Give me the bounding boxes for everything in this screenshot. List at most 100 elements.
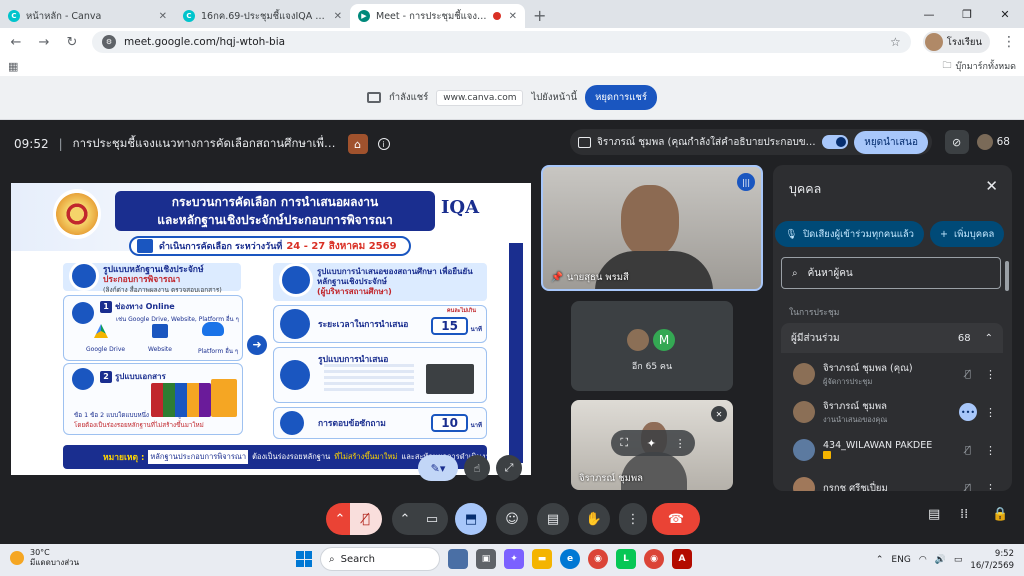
participant-row[interactable]: 434_WILAWAN PAKDEE 🎙̸ ⋮ xyxy=(781,431,1003,469)
edge-icon[interactable]: e xyxy=(560,549,580,569)
camera-button[interactable]: ▭ xyxy=(416,503,448,535)
browser-tab-canva-iqa[interactable]: C 16กค.69-ประชุมชี้แจงIQA - พร... ✕ xyxy=(175,4,350,28)
address-toolbar: ← → ↻ ⚙ meet.google.com/hqj-wtoh-bia ☆ โ… xyxy=(0,28,1024,56)
new-tab-button[interactable]: + xyxy=(525,6,554,28)
cloud-icon xyxy=(202,322,224,336)
self-tile[interactable]: ✕ ⛶ ✦ ⋮ จิราภรณ์ ชุมพล xyxy=(571,400,733,490)
captions-button[interactable]: ▤ xyxy=(537,503,569,535)
taskbar-search[interactable]: ⌕ Search xyxy=(320,547,440,571)
mic-off-button[interactable]: 🎙̸ xyxy=(350,503,382,535)
task-view-icon[interactable]: ▣ xyxy=(476,549,496,569)
tab-title: 16กค.69-ประชุมชี้แจงIQA - พร... xyxy=(201,10,328,22)
tray-chevron-icon[interactable]: ⌃ xyxy=(876,555,884,565)
clock[interactable]: 9:52 16/7/2569 xyxy=(970,548,1014,572)
profile-button[interactable]: โรงเรียน xyxy=(922,31,990,53)
omnibox[interactable]: ⚙ meet.google.com/hqj-wtoh-bia ☆ xyxy=(92,31,911,53)
participant-count-button[interactable]: 68 xyxy=(976,134,1010,150)
more-options-icon[interactable]: ⋮ xyxy=(985,368,996,381)
mic-off-icon[interactable]: 🎙̸ xyxy=(959,441,977,459)
chrome-icon[interactable]: ◉ xyxy=(588,549,608,569)
windows-start-icon[interactable] xyxy=(296,551,312,567)
website-icon xyxy=(152,324,168,338)
url-text: meet.google.com/hqj-wtoh-bia xyxy=(124,36,286,48)
self-tile-overlay: ⛶ ✦ ⋮ xyxy=(611,430,695,456)
copilot-icon[interactable]: ✦ xyxy=(504,549,524,569)
close-tab-icon[interactable]: ✕ xyxy=(509,11,517,22)
add-people-button[interactable]: + เพิ่มบุคคล xyxy=(930,221,1005,247)
more-options-icon[interactable]: ⋮ xyxy=(985,482,996,492)
present-button[interactable]: ⬒ xyxy=(455,503,487,535)
chrome-profile-icon[interactable]: ◉ xyxy=(644,549,664,569)
contributors-group-header[interactable]: ผู้มีส่วนร่วม 68 ⌃ xyxy=(781,323,1003,353)
document-icon xyxy=(72,368,94,390)
raise-hand-button[interactable]: ✋ xyxy=(578,503,610,535)
pointer-icon[interactable]: ☝ xyxy=(464,455,490,481)
wifi-icon[interactable]: ◠ xyxy=(919,555,927,565)
panel-scrollbar[interactable] xyxy=(1005,261,1009,291)
info-icon[interactable]: i xyxy=(377,138,390,150)
more-options-icon[interactable]: ⋮ xyxy=(985,444,996,457)
camera-off-icon[interactable]: ⊘ xyxy=(944,130,969,154)
close-panel-icon[interactable]: ✕ xyxy=(985,177,998,195)
forward-icon[interactable]: → xyxy=(36,35,52,50)
speaker-tile[interactable]: ||| 📌 นายสุธน พรมสี xyxy=(541,165,763,291)
all-bookmarks-button[interactable]: 🗀 บุ๊กมาร์กทั้งหมด xyxy=(943,58,1016,74)
more-options-icon[interactable]: ⋮ xyxy=(985,406,996,419)
add-person-icon: + xyxy=(940,228,948,240)
host-controls-icon[interactable]: 🔒 xyxy=(992,507,1008,522)
line-app-icon[interactable]: L xyxy=(616,549,636,569)
pdf-app-icon[interactable]: A xyxy=(672,549,692,569)
language-indicator[interactable]: ENG xyxy=(891,555,910,565)
close-tab-icon[interactable]: ✕ xyxy=(159,11,167,22)
news-app-icon[interactable] xyxy=(448,549,468,569)
mute-all-button[interactable]: 🎙 ปิดเสียงผู้เข้าร่วมทุกคนแล้ว xyxy=(775,221,924,247)
avatar-letter: M xyxy=(651,327,677,353)
participant-row[interactable]: จิราภรณ์ ชุมพล งานนำเสนอของคุณ ••• ⋮ xyxy=(781,393,1003,431)
browser-menu-icon[interactable]: ⋮ xyxy=(1002,34,1016,50)
stop-presenting-button[interactable]: หยุดนำเสนอ xyxy=(854,130,928,154)
mic-off-icon[interactable]: 🎙̸ xyxy=(959,479,977,492)
apps-grid-icon[interactable]: ▦ xyxy=(8,60,18,73)
more-options-button[interactable]: ⋮ xyxy=(619,503,647,535)
pen-tool-button[interactable]: ✎▾ xyxy=(418,455,458,481)
restore-icon[interactable]: ❐ xyxy=(948,8,986,21)
file-explorer-icon[interactable]: ▬ xyxy=(532,549,552,569)
participant-row[interactable]: กรกช ศรีชูเปี่ยม 🎙̸ ⋮ xyxy=(781,469,1003,491)
bookmark-star-icon[interactable]: ☆ xyxy=(890,35,901,49)
annotation-toggle[interactable] xyxy=(822,135,849,149)
stop-sharing-button[interactable]: หยุดการแชร์ xyxy=(585,85,657,110)
leave-call-button[interactable]: ☎ xyxy=(652,503,700,535)
battery-icon[interactable]: ▭ xyxy=(954,555,963,565)
mic-off-icon[interactable]: 🎙̸ xyxy=(959,365,977,383)
badge-icon xyxy=(823,450,831,459)
site-info-icon[interactable]: ⚙ xyxy=(102,35,116,49)
fullscreen-icon[interactable]: ⤢ xyxy=(496,455,522,481)
avatar xyxy=(625,327,651,353)
back-icon[interactable]: ← xyxy=(8,35,24,50)
activities-icon[interactable]: ⁞⁞ xyxy=(960,507,968,522)
chat-icon[interactable]: ▤ xyxy=(928,507,940,522)
others-tile[interactable]: M อีก 65 คน xyxy=(571,301,733,391)
people-search-input[interactable]: ⌕ ค้นหาผู้คน xyxy=(781,257,1001,289)
close-tab-icon[interactable]: ✕ xyxy=(334,11,342,22)
more-options-icon[interactable]: ⋮ xyxy=(675,437,686,450)
weather-widget[interactable]: 30°C มีแดดบางส่วน xyxy=(10,548,79,568)
host-controls-icon[interactable]: ⌂ xyxy=(347,134,368,154)
pin-icon[interactable]: 📌 xyxy=(551,272,563,283)
speaking-icon[interactable]: ••• xyxy=(959,403,977,421)
windows-taskbar: 30°C มีแดดบางส่วน ⌕ Search ▣ ✦ ▬ e ◉ L ◉… xyxy=(0,544,1024,576)
participant-count: 68 xyxy=(996,136,1010,148)
close-window-icon[interactable]: ✕ xyxy=(986,8,1024,21)
minimize-icon[interactable]: — xyxy=(910,8,948,21)
browser-tab-meet[interactable]: ▶ Meet - การประชุมชี้แจงแนวทา... ✕ xyxy=(350,4,525,28)
frame-icon[interactable]: ⛶ xyxy=(620,436,628,450)
reload-icon[interactable]: ↻ xyxy=(64,35,80,50)
video-options-chevron-icon[interactable]: ⌃ xyxy=(392,503,418,535)
volume-icon[interactable]: 🔊 xyxy=(935,555,946,565)
effects-icon[interactable]: ✦ xyxy=(647,437,656,450)
participant-row[interactable]: จิราภรณ์ ชุมพล (คุณ) ผู้จัดการประชุม 🎙̸ … xyxy=(781,355,1003,393)
books-image xyxy=(151,383,211,417)
browser-tab-canva-home[interactable]: C หน้าหลัก - Canva ✕ xyxy=(0,4,175,28)
emoji-reaction-button[interactable]: ☺ xyxy=(496,503,528,535)
chart-icon xyxy=(280,360,310,390)
